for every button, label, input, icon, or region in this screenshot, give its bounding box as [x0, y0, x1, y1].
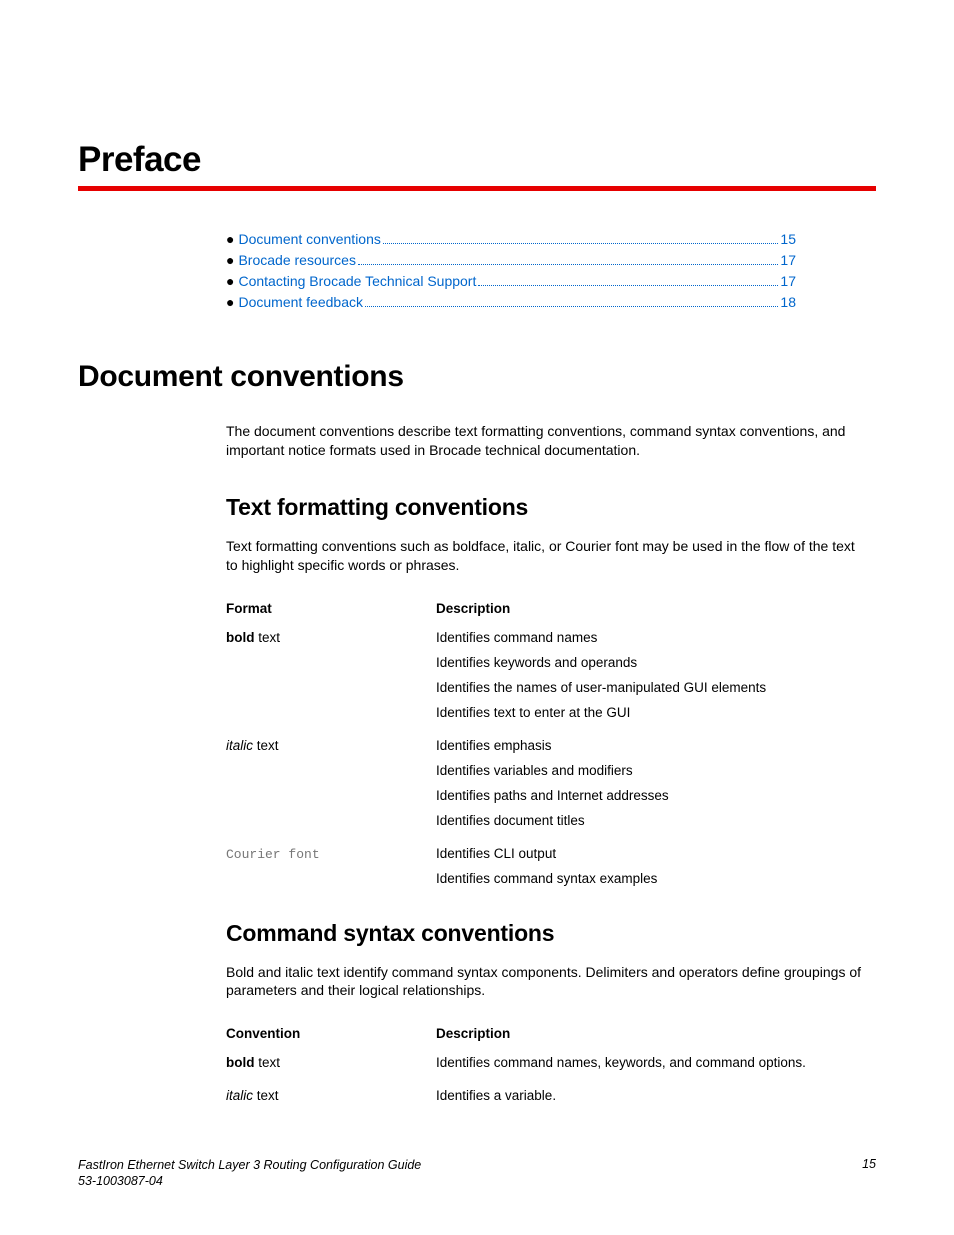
bullet-icon: ● [226, 273, 234, 289]
text-formatting-table: Format Description bold text Identifies … [226, 601, 866, 886]
footer-page-number: 15 [862, 1157, 876, 1190]
table-row: bold text Identifies command names Ident… [226, 630, 866, 720]
toc-page: 18 [780, 294, 796, 310]
section-heading: Document conventions [78, 360, 876, 394]
description-line: Identifies CLI output [436, 846, 866, 861]
table-row: italic text Identifies emphasis Identifi… [226, 738, 866, 828]
toc-leader [478, 285, 778, 286]
section-intro: The document conventions describe text f… [226, 422, 866, 460]
table-header-row: Format Description [226, 601, 866, 630]
table-header-cell: Format [226, 601, 436, 630]
bullet-icon: ● [226, 231, 234, 247]
subsection-intro: Text formatting conventions such as bold… [226, 537, 866, 575]
description-line: Identifies paths and Internet addresses [436, 788, 866, 803]
toc-label: Brocade resources [238, 252, 356, 268]
format-cell: Courier font [226, 846, 436, 862]
footer-docnum: 53-1003087-04 [78, 1173, 421, 1189]
description-cell: Identifies a variable. [436, 1088, 866, 1103]
bullet-icon: ● [226, 294, 234, 310]
toc-page: 15 [780, 231, 796, 247]
table-header-cell: Description [436, 601, 866, 630]
description-line: Identifies command names [436, 630, 866, 645]
table-header-row: Convention Description [226, 1026, 866, 1055]
subsection-heading: Text formatting conventions [226, 494, 876, 521]
description-line: Identifies a variable. [436, 1088, 866, 1103]
toc-page: 17 [780, 252, 796, 268]
subsection-heading: Command syntax conventions [226, 920, 876, 947]
format-cell: bold text [226, 630, 436, 645]
toc-item[interactable]: ● Brocade resources 17 [226, 252, 796, 268]
table-row: italic text Identifies a variable. [226, 1088, 866, 1103]
toc-label: Contacting Brocade Technical Support [238, 273, 476, 289]
toc-leader [383, 243, 779, 244]
toc-label: Document feedback [238, 294, 363, 310]
table-header-cell: Convention [226, 1026, 436, 1055]
description-line: Identifies document titles [436, 813, 866, 828]
description-cell: Identifies CLI output Identifies command… [436, 846, 866, 886]
toc-page: 17 [780, 273, 796, 289]
command-syntax-table: Convention Description bold text Identif… [226, 1026, 866, 1103]
format-cell: bold text [226, 1055, 436, 1070]
mini-toc: ● Document conventions 15 ● Brocade reso… [226, 231, 796, 310]
description-line: Identifies variables and modifiers [436, 763, 866, 778]
page-footer: FastIron Ethernet Switch Layer 3 Routing… [78, 1157, 876, 1190]
description-cell: Identifies emphasis Identifies variables… [436, 738, 866, 828]
format-cell: italic text [226, 738, 436, 753]
table-row: bold text Identifies command names, keyw… [226, 1055, 866, 1070]
description-line: Identifies command syntax examples [436, 871, 866, 886]
subsection-intro: Bold and italic text identify command sy… [226, 963, 866, 1001]
toc-item[interactable]: ● Document conventions 15 [226, 231, 796, 247]
description-line: Identifies text to enter at the GUI [436, 705, 866, 720]
toc-item[interactable]: ● Document feedback 18 [226, 294, 796, 310]
description-cell: Identifies command names Identifies keyw… [436, 630, 866, 720]
chapter-title: Preface [78, 140, 876, 180]
toc-leader [358, 264, 778, 265]
table-header-cell: Description [436, 1026, 866, 1055]
footer-title: FastIron Ethernet Switch Layer 3 Routing… [78, 1157, 421, 1173]
format-cell: italic text [226, 1088, 436, 1103]
bullet-icon: ● [226, 252, 234, 268]
description-line: Identifies command names, keywords, and … [436, 1055, 866, 1070]
table-row: Courier font Identifies CLI output Ident… [226, 846, 866, 886]
description-line: Identifies the names of user-manipulated… [436, 680, 866, 695]
description-line: Identifies keywords and operands [436, 655, 866, 670]
toc-leader [365, 306, 778, 307]
toc-label: Document conventions [238, 231, 380, 247]
toc-item[interactable]: ● Contacting Brocade Technical Support 1… [226, 273, 796, 289]
chapter-rule [78, 186, 876, 191]
description-line: Identifies emphasis [436, 738, 866, 753]
description-cell: Identifies command names, keywords, and … [436, 1055, 866, 1070]
